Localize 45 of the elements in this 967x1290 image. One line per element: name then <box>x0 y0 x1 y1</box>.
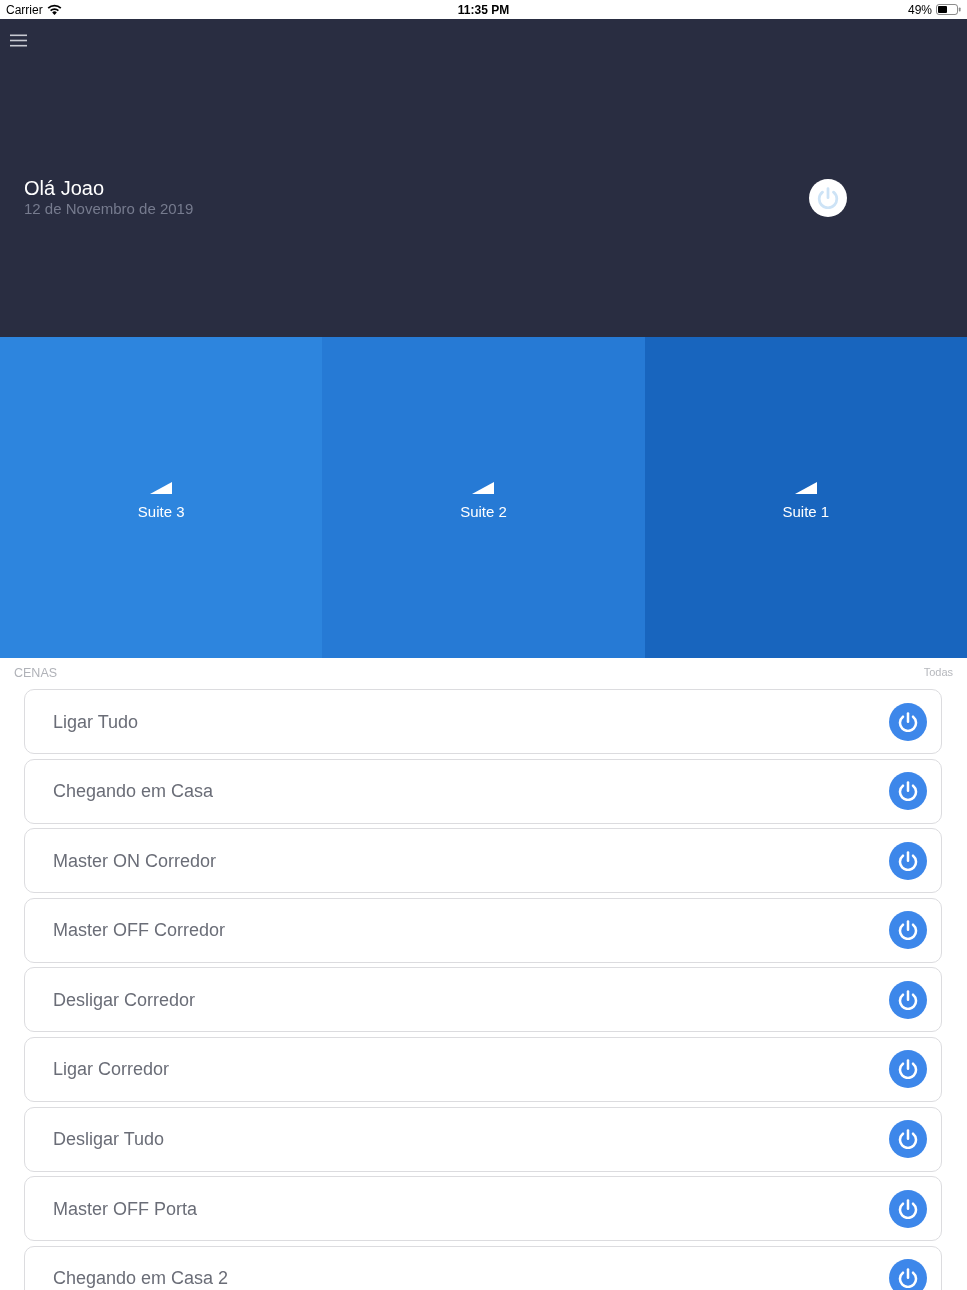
room-tile[interactable]: Suite 2 <box>322 337 645 658</box>
power-icon <box>898 850 918 871</box>
scene-card[interactable]: Desligar Corredor <box>24 967 942 1033</box>
scene-name: Master OFF Porta <box>53 1198 199 1219</box>
menu-icon <box>10 34 27 47</box>
scene-name: Ligar Tudo <box>53 711 140 732</box>
triangle-icon <box>150 482 173 494</box>
scene-name: Chegando em Casa <box>53 781 215 802</box>
scene-name: Ligar Corredor <box>53 1059 171 1080</box>
scene-card[interactable]: Chegando em Casa 2 <box>24 1245 942 1290</box>
triangle-icon <box>472 482 495 494</box>
power-icon <box>898 920 918 941</box>
power-icon <box>898 1129 918 1150</box>
section-title: CENAS <box>14 665 58 682</box>
clock-time: 11:35 PM <box>457 1 510 19</box>
scene-card[interactable]: Chegando em Casa <box>24 758 942 824</box>
power-icon <box>898 1198 918 1219</box>
scene-card[interactable]: Master OFF Porta <box>24 1176 942 1242</box>
scene-name: Desligar Tudo <box>53 1129 166 1150</box>
scene-name: Chegando em Casa 2 <box>53 1268 230 1289</box>
power-icon <box>898 1268 918 1289</box>
battery-percent: 49% <box>907 1 932 19</box>
scene-name: Master ON Corredor <box>53 850 218 871</box>
greeting-text: Olá Joao <box>24 177 106 199</box>
scene-name: Desligar Corredor <box>53 989 197 1010</box>
power-icon <box>898 781 918 802</box>
menu-button[interactable] <box>10 34 27 47</box>
scene-card[interactable]: Desligar Tudo <box>24 1106 942 1172</box>
scene-card[interactable]: Ligar Corredor <box>24 1036 942 1102</box>
power-icon <box>817 186 839 209</box>
scene-card[interactable]: Master ON Corredor <box>24 828 942 894</box>
battery-icon <box>936 4 961 15</box>
scene-name: Master OFF Corredor <box>53 920 227 941</box>
scene-card[interactable]: Master OFF Corredor <box>24 897 942 963</box>
carrier-name: Carrier <box>6 1 43 19</box>
room-tile[interactable]: Suite 1 <box>644 337 967 658</box>
wifi-icon <box>46 4 62 15</box>
power-icon <box>898 989 918 1010</box>
triangle-icon <box>794 482 817 494</box>
power-button[interactable] <box>809 178 847 217</box>
power-icon <box>898 1059 918 1080</box>
date-text: 12 de Novembro de 2019 <box>24 200 195 218</box>
room-tile[interactable]: Suite 3 <box>0 337 323 658</box>
scene-card[interactable]: Ligar Tudo <box>24 689 942 754</box>
power-icon <box>898 711 918 732</box>
